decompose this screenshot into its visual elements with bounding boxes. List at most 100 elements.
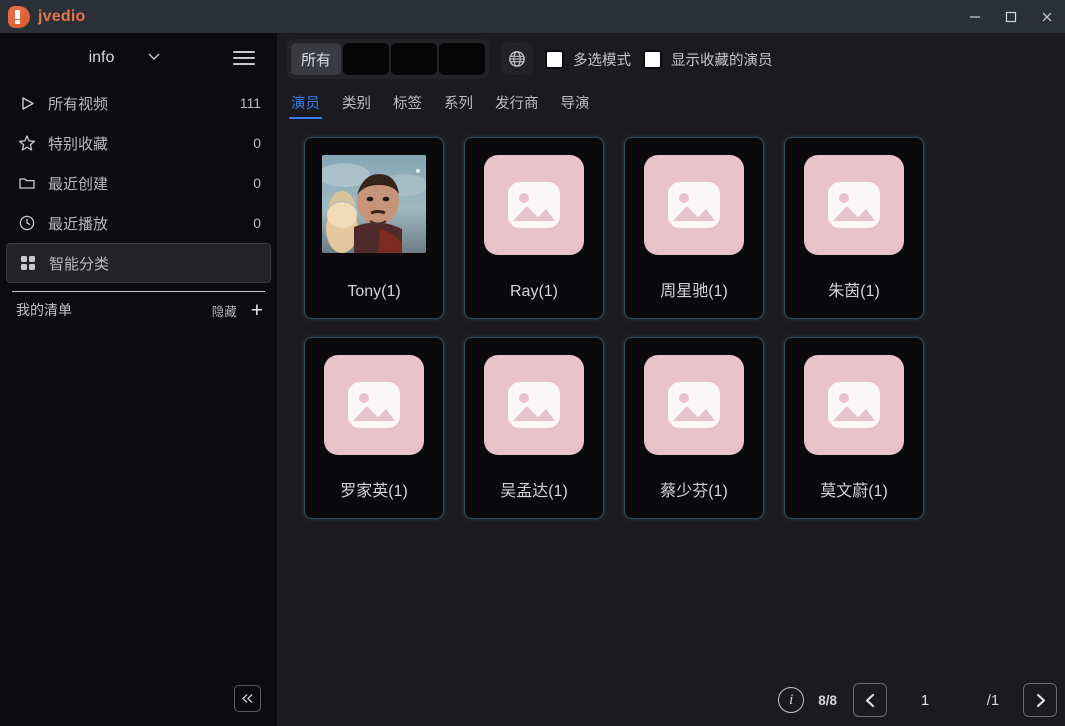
actor-grid: Tony(1) Ray(1) 周星驰(1) 朱茵(1) 罗家英(1) 吴孟达(1… [277, 137, 1065, 519]
tab-label: 标签 [393, 96, 422, 112]
app-title: jvedio [38, 7, 86, 25]
sidebar-item-label: 智能分类 [49, 255, 110, 273]
sidebar-item-label: 所有视频 [48, 95, 109, 113]
show-favorite-actors-checkbox[interactable] [643, 49, 663, 69]
sidebar-item-count: 0 [253, 135, 261, 151]
actor-card[interactable]: 莫文蔚(1) [784, 337, 924, 519]
actor-card[interactable]: 吴孟达(1) [464, 337, 604, 519]
image-placeholder-icon [804, 155, 904, 255]
sidebar-item-label: 特别收藏 [48, 135, 109, 153]
current-page-number[interactable]: 1 [887, 692, 963, 709]
multiselect-mode-checkbox-group[interactable]: 多选模式 [545, 49, 631, 70]
tab-label: 演员 [291, 96, 320, 112]
filter-button-label: 所有 [301, 51, 332, 69]
tab-director[interactable]: 导演 [561, 92, 590, 119]
image-placeholder-icon [324, 355, 424, 455]
sidebar-item-count: 0 [253, 175, 261, 191]
actor-card[interactable]: Ray(1) [464, 137, 604, 319]
my-list-section-header: 我的清单 隐藏 + [0, 292, 277, 328]
tab-genre[interactable]: 类别 [342, 92, 371, 119]
sidebar-header: info [0, 33, 277, 83]
actor-name: Tony(1) [347, 283, 401, 300]
double-chevron-left-icon[interactable] [234, 685, 261, 712]
multiselect-mode-label: 多选模式 [573, 52, 632, 69]
star-icon [16, 134, 38, 152]
sidebar-item-count: 0 [253, 215, 261, 231]
actor-card[interactable]: 罗家英(1) [304, 337, 444, 519]
tab-actor[interactable]: 演员 [289, 92, 322, 119]
filter-button-2[interactable] [343, 43, 390, 75]
sidebar-item-count: 111 [239, 95, 261, 111]
sidebar-item-label: 最近播放 [48, 215, 109, 233]
filter-segmented-control: 所有 [287, 39, 490, 79]
item-count-ratio: 8/8 [818, 692, 837, 708]
actor-name: 罗家英(1) [340, 483, 408, 500]
actor-card[interactable]: Tony(1) [304, 137, 444, 319]
image-placeholder-icon [644, 355, 744, 455]
actor-card[interactable]: 蔡少芬(1) [624, 337, 764, 519]
plus-icon[interactable]: + [245, 300, 263, 321]
show-favorite-actors-checkbox-group[interactable]: 显示收藏的演员 [643, 49, 773, 70]
filter-button-all[interactable]: 所有 [291, 43, 342, 75]
tab-tag[interactable]: 标签 [393, 92, 422, 119]
actor-grid-area: Tony(1) Ray(1) 周星驰(1) 朱茵(1) 罗家英(1) 吴孟达(1… [277, 119, 1065, 674]
tab-publisher[interactable]: 发行商 [495, 92, 539, 119]
tab-series[interactable]: 系列 [444, 92, 473, 119]
sidebar-item-recently-created[interactable]: 最近创建 0 [6, 163, 271, 203]
show-favorite-actors-label: 显示收藏的演员 [671, 52, 773, 69]
image-placeholder-icon [644, 155, 744, 255]
close-icon[interactable] [1029, 0, 1065, 33]
actor-card[interactable]: 周星驰(1) [624, 137, 764, 319]
filter-button-3[interactable] [391, 43, 438, 75]
database-name: info [88, 49, 115, 66]
sidebar-item-smart-classify[interactable]: 智能分类 [6, 243, 271, 283]
actor-name: 莫文蔚(1) [820, 483, 888, 500]
grid-dots-icon [17, 255, 39, 271]
clock-icon [16, 214, 38, 232]
image-placeholder-icon [804, 355, 904, 455]
sidebar-item-label: 最近创建 [48, 175, 109, 193]
globe-icon[interactable] [501, 43, 534, 75]
tab-label: 导演 [560, 96, 590, 112]
app-branding: jvedio [0, 5, 86, 28]
image-placeholder-icon [484, 355, 584, 455]
category-tabs: 演员 类别 标签 系列 发行商 导演 [277, 85, 1065, 119]
hamburger-menu-icon[interactable] [221, 51, 267, 65]
tab-label: 系列 [444, 96, 473, 112]
multiselect-mode-checkbox[interactable] [545, 49, 565, 69]
my-list-hide-button[interactable]: 隐藏 [212, 301, 237, 320]
sidebar: info 所有视频 111 特别收藏 0 最近创建 0 最近播放 0 智能分类 … [0, 33, 277, 726]
sidebar-item-all-videos[interactable]: 所有视频 111 [6, 83, 271, 123]
title-bar: jvedio [0, 0, 1065, 33]
total-pages-label: /1 [986, 691, 1000, 709]
play-triangle-icon [16, 95, 38, 112]
actor-thumbnail [322, 155, 426, 253]
filter-toolbar: 所有 多选模式 显示收藏的演员 [277, 33, 1065, 85]
sidebar-item-favorites[interactable]: 特别收藏 0 [6, 123, 271, 163]
previous-page-button[interactable] [853, 683, 887, 717]
maximize-icon[interactable] [993, 0, 1029, 33]
app-body: info 所有视频 111 特别收藏 0 最近创建 0 最近播放 0 智能分类 … [0, 33, 1065, 726]
tab-label: 发行商 [495, 96, 539, 112]
database-selector[interactable]: info [0, 48, 221, 69]
jvedio-logo-icon [8, 5, 30, 28]
actor-name: Ray(1) [509, 283, 558, 300]
my-list-label: 我的清单 [16, 302, 72, 318]
actor-name: 朱茵(1) [828, 283, 880, 300]
folder-icon [16, 174, 38, 192]
image-placeholder-icon [484, 155, 584, 255]
actor-card[interactable]: 朱茵(1) [784, 137, 924, 319]
info-circle-icon[interactable]: i [778, 687, 805, 713]
actor-name: 吴孟达(1) [500, 483, 568, 500]
actor-name: 蔡少芬(1) [660, 483, 728, 500]
window-controls [957, 0, 1065, 33]
main-content: 所有 多选模式 显示收藏的演员 演员 类别 标签 系列 发行商 导演 Tony(… [277, 33, 1065, 726]
minimize-icon[interactable] [957, 0, 993, 33]
next-page-button[interactable] [1023, 683, 1057, 717]
actor-name: 周星驰(1) [660, 283, 728, 300]
pagination-bar: i 8/8 1 /1 [277, 674, 1065, 726]
filter-button-4[interactable] [439, 43, 486, 75]
sidebar-item-recently-played[interactable]: 最近播放 0 [6, 203, 271, 243]
chevron-down-icon [146, 48, 162, 69]
